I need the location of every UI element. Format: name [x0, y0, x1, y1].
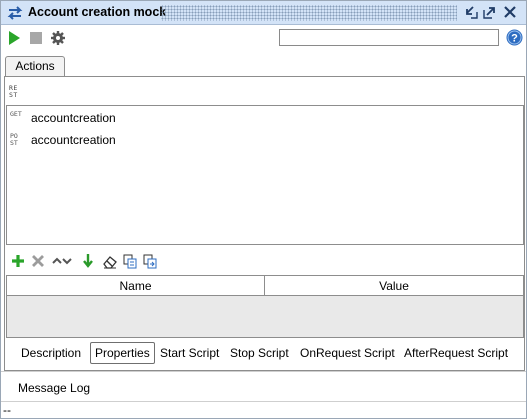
maximize-icon[interactable]: [482, 4, 498, 20]
table-header: Name Value: [7, 276, 523, 296]
action-label: accountcreation: [31, 111, 116, 125]
stop-icon[interactable]: [28, 30, 44, 46]
main-toolbar: ?: [1, 26, 526, 51]
delete-icon[interactable]: [30, 253, 46, 269]
paste-icon[interactable]: [142, 253, 158, 269]
list-item[interactable]: GET accountcreation: [7, 108, 523, 128]
import-icon[interactable]: [80, 253, 96, 269]
actions-list[interactable]: GET accountcreation PO ST accountcreation: [6, 105, 524, 245]
title-bar: Account creation mock: [1, 1, 526, 25]
add-icon[interactable]: [10, 253, 26, 269]
svg-text:?: ?: [511, 33, 518, 45]
rest-badge-icon: RE ST: [9, 84, 18, 99]
tab-strip: Actions: [1, 52, 526, 77]
divider: [1, 401, 526, 402]
move-down-icon[interactable]: [60, 253, 76, 269]
column-header-name[interactable]: Name: [7, 276, 265, 296]
clear-icon[interactable]: [102, 253, 118, 269]
get-method-icon: GET: [10, 110, 22, 118]
help-icon[interactable]: ?: [506, 29, 523, 46]
properties-toolbar: [6, 250, 206, 272]
mock-window: Account creation mock ? Actions RE ST GE…: [0, 0, 527, 419]
title-grip[interactable]: [161, 5, 457, 21]
bottom-tab-bar: Description Properties Start Script Stop…: [4, 341, 525, 365]
message-log-tab[interactable]: Message Log: [18, 381, 90, 395]
settings-icon[interactable]: [50, 30, 66, 46]
status-text: --: [3, 403, 11, 417]
properties-table[interactable]: Name Value: [6, 275, 524, 338]
swap-arrows-icon: [7, 6, 23, 20]
list-item[interactable]: PO ST accountcreation: [7, 130, 523, 150]
tab-actions[interactable]: Actions: [5, 56, 65, 77]
search-input[interactable]: [279, 29, 499, 46]
tab-afterrequest-script[interactable]: AfterRequest Script: [400, 341, 512, 365]
tab-description[interactable]: Description: [17, 341, 85, 365]
copy-icon[interactable]: [122, 253, 138, 269]
minimize-icon[interactable]: [463, 4, 479, 20]
tab-start-script[interactable]: Start Script: [156, 341, 223, 365]
tab-properties[interactable]: Properties: [90, 342, 155, 364]
column-header-value[interactable]: Value: [265, 276, 523, 296]
tab-onrequest-script[interactable]: OnRequest Script: [296, 341, 399, 365]
post-method-icon: PO ST: [10, 132, 18, 147]
run-icon[interactable]: [6, 30, 22, 46]
tab-stop-script[interactable]: Stop Script: [226, 341, 293, 365]
divider: [1, 371, 526, 372]
close-icon[interactable]: [502, 4, 518, 20]
action-label: accountcreation: [31, 133, 116, 147]
window-title: Account creation mock: [28, 5, 167, 19]
